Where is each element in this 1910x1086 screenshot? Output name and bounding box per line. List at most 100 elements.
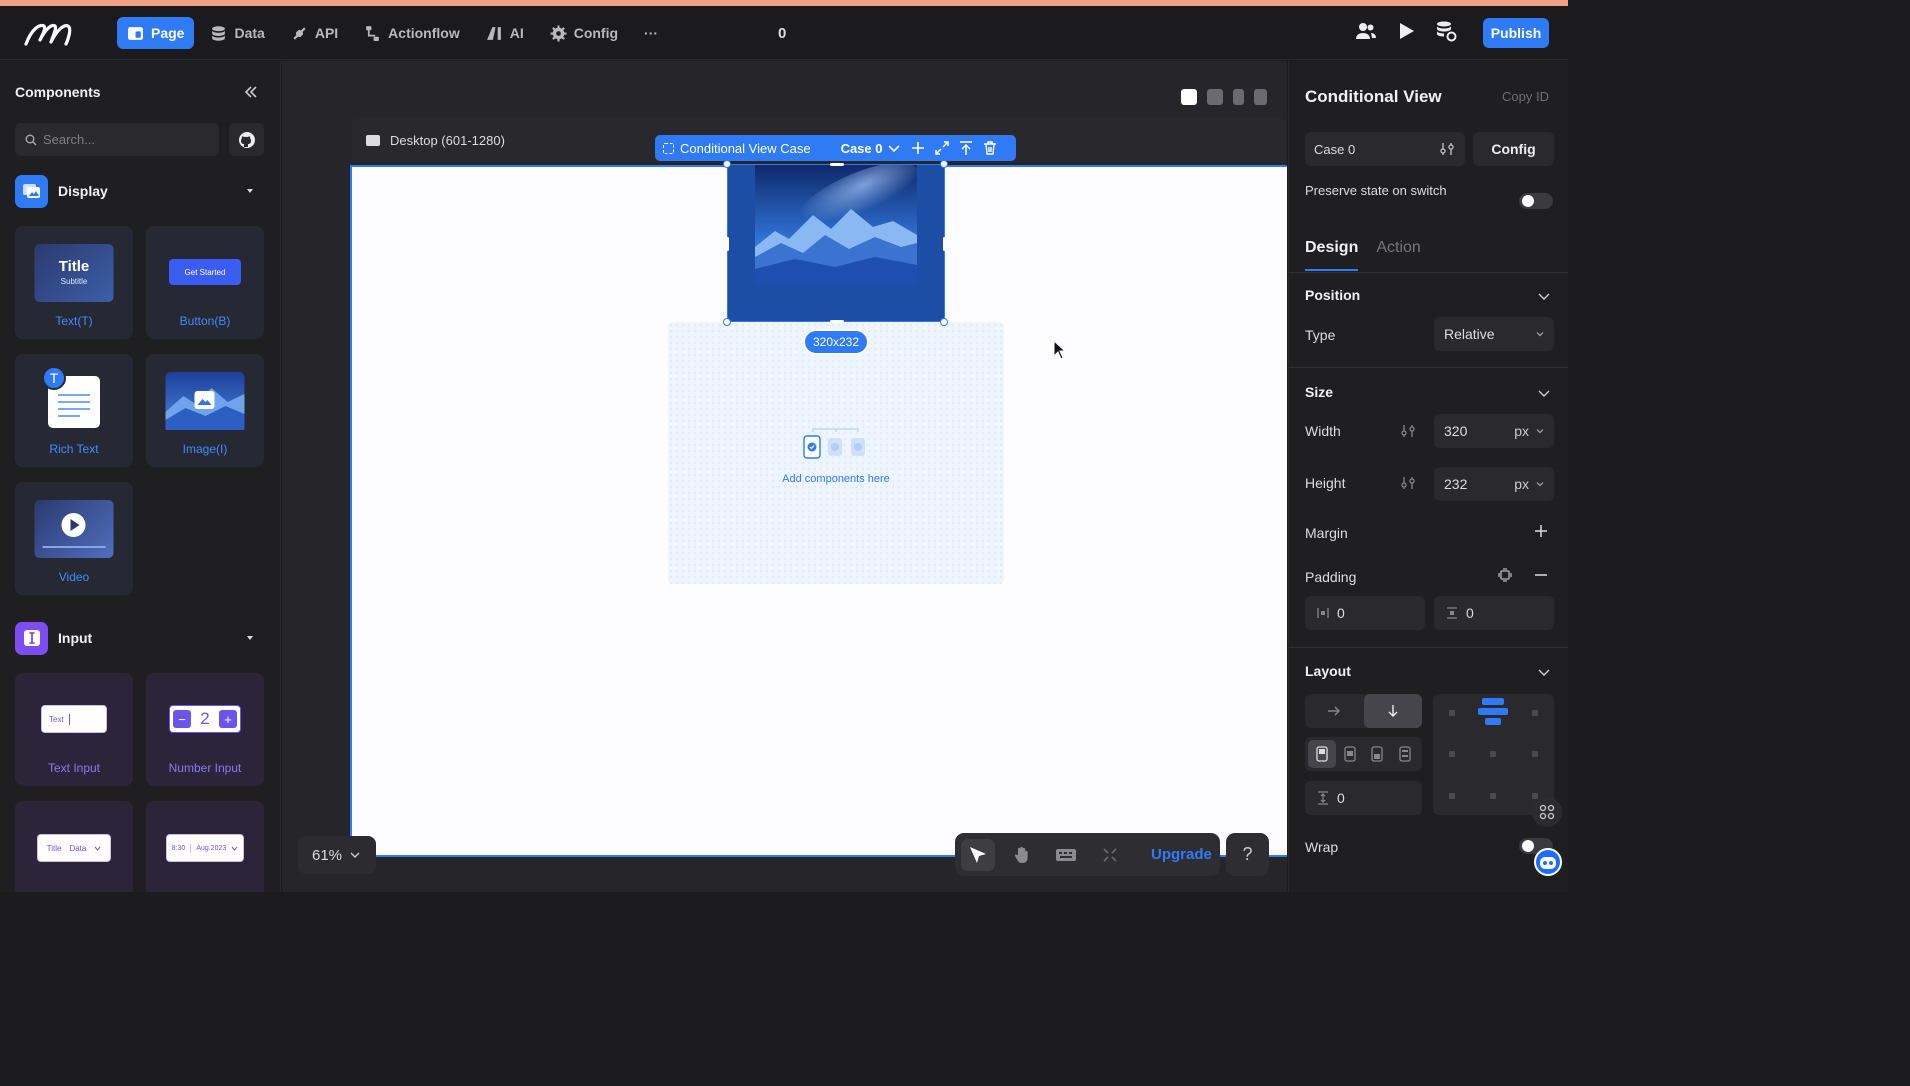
corner-handle-tr[interactable] — [940, 160, 948, 168]
align-bar-3 — [1485, 718, 1501, 725]
chevron-down-icon[interactable] — [1538, 387, 1550, 399]
position-type-select[interactable]: Relative — [1434, 317, 1554, 351]
case-select[interactable]: Case 0 — [1305, 132, 1465, 166]
add-margin-icon[interactable] — [1534, 524, 1548, 538]
help-button[interactable]: ? — [1226, 833, 1269, 876]
padding-mode-icon[interactable] — [1498, 568, 1512, 582]
copy-id-button[interactable]: Copy ID — [1502, 89, 1549, 104]
component-text[interactable]: Title Subtitle Text(T) — [15, 226, 133, 339]
chevron-down-icon — [1536, 332, 1544, 337]
nav-actionflow[interactable]: Actionflow — [354, 17, 470, 49]
gear-icon — [550, 25, 567, 41]
left-resize-handle[interactable] — [726, 237, 729, 251]
nav-ai[interactable]: AI — [476, 17, 534, 49]
right-resize-handle[interactable] — [943, 237, 946, 251]
conditional-view-dropzone[interactable]: Add components here — [668, 322, 1004, 584]
direction-vertical-button[interactable] — [1363, 694, 1422, 728]
nav-page[interactable]: Page — [117, 17, 195, 49]
align-option-4[interactable] — [1391, 740, 1419, 768]
panel-tabs: Design Action — [1305, 239, 1421, 271]
category-input[interactable]: Input — [15, 621, 265, 655]
chevron-down-icon[interactable] — [886, 140, 902, 156]
chevron-down-icon[interactable] — [1538, 666, 1550, 678]
padding-horizontal-input[interactable]: 0 — [1305, 596, 1425, 630]
component-rich-text[interactable]: T Rich Text — [15, 354, 133, 467]
remove-padding-icon[interactable] — [1534, 568, 1548, 582]
trash-icon[interactable] — [982, 140, 998, 156]
desktop-icon[interactable] — [1207, 88, 1223, 105]
corner-handle-br[interactable] — [940, 318, 948, 326]
corner-handle-tl[interactable] — [723, 160, 731, 168]
search-icon — [25, 134, 37, 145]
width-unit[interactable]: px — [1514, 423, 1529, 439]
top-resize-handle[interactable] — [830, 163, 844, 166]
more-menu-button[interactable]: ··· — [634, 17, 668, 49]
main-nav: Page Data API Actionflow AI Config ··· — [117, 17, 668, 49]
zoom-level: 61% — [312, 846, 343, 864]
direction-horizontal-button[interactable] — [1305, 694, 1364, 728]
select-tool-button[interactable] — [961, 838, 995, 871]
component-number-input[interactable]: − 2 + Number Input — [146, 673, 264, 786]
upgrade-link[interactable]: Upgrade — [1151, 846, 1212, 863]
users-icon[interactable] — [1355, 20, 1377, 42]
collapse-panel-icon[interactable] — [242, 83, 260, 101]
tablet-icon[interactable] — [1233, 88, 1244, 105]
align-top-icon — [1316, 746, 1328, 762]
gap-value: 0 — [1337, 790, 1345, 806]
variable-link-icon[interactable] — [1400, 475, 1416, 491]
config-button[interactable]: Config — [1473, 132, 1554, 166]
variable-link-icon[interactable] — [1400, 423, 1416, 439]
component-search-input[interactable]: Search... — [15, 123, 219, 156]
image-component[interactable] — [726, 163, 946, 323]
database-settings-icon[interactable] — [1435, 20, 1457, 42]
select-thumbnail: Title Data — [37, 834, 111, 862]
zoom-control[interactable]: 61% — [298, 836, 376, 874]
component-video[interactable]: Video — [15, 482, 133, 595]
nav-config[interactable]: Config — [540, 17, 628, 49]
add-icon[interactable] — [910, 140, 926, 156]
move-to-top-icon[interactable] — [958, 140, 974, 156]
expand-icon[interactable] — [934, 140, 950, 156]
height-unit[interactable]: px — [1514, 476, 1529, 492]
gap-input[interactable]: 0 — [1305, 781, 1422, 815]
corner-handle-bl[interactable] — [723, 318, 731, 326]
component-image[interactable]: Image(I) — [146, 354, 264, 467]
tab-action[interactable]: Action — [1376, 239, 1420, 271]
mobile-icon[interactable] — [1254, 88, 1267, 105]
grid-view-icon[interactable] — [1181, 88, 1197, 105]
width-input[interactable]: 320 px — [1434, 414, 1554, 448]
component-date-picker[interactable]: 8:30 Aug.2023 — [146, 801, 264, 892]
component-text-input[interactable]: Text Text Input — [15, 673, 133, 786]
nav-data[interactable]: Data — [200, 17, 274, 49]
comment-tool-button[interactable] — [1049, 839, 1083, 871]
nav-data-label: Data — [234, 25, 265, 41]
nav-api[interactable]: API — [281, 17, 348, 49]
align-option-2[interactable] — [1336, 740, 1364, 768]
publish-button[interactable]: Publish — [1483, 18, 1549, 48]
align-option-1[interactable] — [1308, 740, 1336, 768]
shortcuts-float-button[interactable] — [1532, 797, 1562, 827]
category-input-label: Input — [58, 630, 93, 646]
hand-tool-button[interactable] — [1005, 839, 1039, 871]
chevron-down-icon[interactable] — [1538, 290, 1550, 302]
height-input[interactable]: 232 px — [1434, 467, 1554, 501]
assistant-bot-button[interactable] — [1534, 848, 1562, 876]
tab-design[interactable]: Design — [1305, 239, 1359, 271]
variable-link-icon[interactable] — [1439, 141, 1455, 157]
component-button[interactable]: Get Started Button(B) — [146, 226, 264, 339]
fit-tool-button[interactable] — [1093, 839, 1127, 871]
alignment-grid[interactable] — [1433, 694, 1554, 815]
app-logo[interactable] — [22, 18, 78, 50]
divider — [1289, 647, 1568, 648]
play-icon[interactable] — [1395, 20, 1417, 42]
component-select[interactable]: Title Data — [15, 801, 133, 892]
preserve-state-toggle[interactable] — [1519, 193, 1553, 209]
align-option-3[interactable] — [1364, 740, 1392, 768]
padding-vertical-input[interactable]: 0 — [1434, 596, 1554, 630]
width-value: 320 — [1444, 423, 1468, 439]
bottom-resize-handle[interactable] — [830, 320, 844, 323]
category-display[interactable]: Display — [15, 174, 265, 208]
github-button[interactable] — [229, 123, 264, 156]
case-dropdown[interactable]: Case 0 — [841, 141, 883, 156]
layout-direction-toggle — [1305, 694, 1422, 728]
